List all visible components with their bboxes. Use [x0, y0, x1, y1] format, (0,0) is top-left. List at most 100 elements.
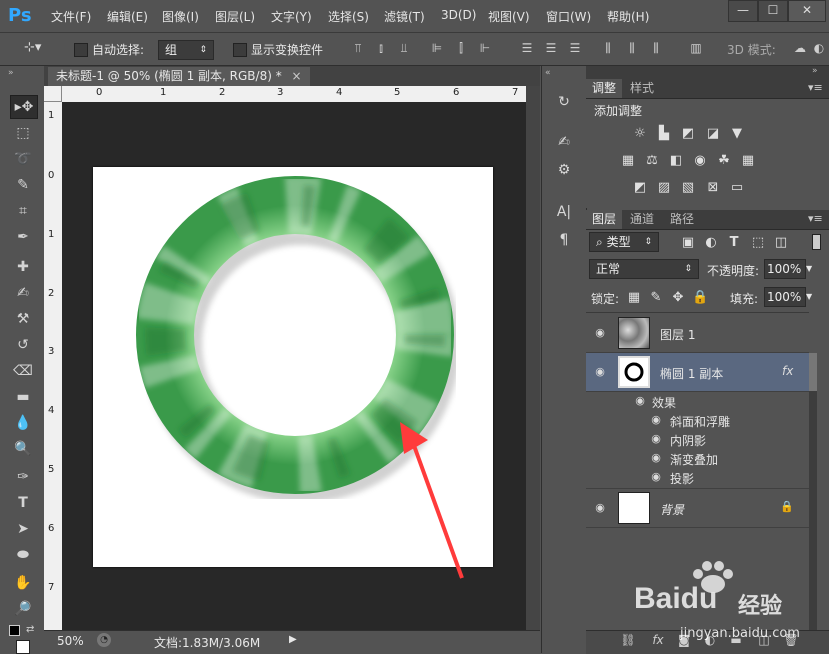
menu-filter[interactable]: 滤镜(T): [384, 8, 425, 25]
threshold-icon[interactable]: ▧: [680, 181, 696, 195]
visibility-eye-icon[interactable]: ◉: [648, 470, 664, 484]
align-vcenter-icon[interactable]: ⫾: [374, 40, 388, 56]
history-panel-icon[interactable]: ↻: [555, 92, 573, 112]
tool-presets-panel-icon[interactable]: ⚙: [555, 160, 573, 180]
layer-fx-icon[interactable]: fx: [782, 364, 793, 378]
hue-saturation-icon[interactable]: ▦: [620, 154, 636, 168]
distribute-left-icon[interactable]: ⫼: [601, 40, 615, 56]
visibility-eye-icon[interactable]: ◉: [592, 326, 608, 340]
opacity-input[interactable]: 100%: [764, 259, 806, 279]
canvas-vertical-scrollbar[interactable]: [526, 86, 540, 630]
menu-view[interactable]: 视图(V): [488, 8, 530, 25]
type-tool-icon[interactable]: T: [10, 492, 36, 514]
layer-row-selected[interactable]: ◉ 椭圆 1 副本 fx: [586, 353, 809, 392]
tab-styles[interactable]: 样式: [624, 79, 660, 98]
distribute-hcenter-icon[interactable]: ⫼: [625, 40, 639, 56]
horizontal-ruler[interactable]: 0 1 2 3 4 5 6 7: [62, 86, 526, 102]
hand-tool-icon[interactable]: ✋: [10, 572, 36, 594]
distribute-bottom-icon[interactable]: ☰: [568, 40, 582, 56]
swap-colors-icon[interactable]: ⇄: [26, 624, 34, 635]
effect-item[interactable]: ◉ 内阴影: [586, 430, 796, 449]
menu-window[interactable]: 窗口(W): [546, 8, 591, 25]
distribute-vcenter-icon[interactable]: ☰: [544, 40, 558, 56]
exposure-icon[interactable]: ◪: [705, 127, 721, 141]
visibility-eye-icon[interactable]: ◉: [592, 365, 608, 379]
menu-help[interactable]: 帮助(H): [607, 8, 649, 25]
auto-select-checkbox[interactable]: [74, 43, 88, 57]
distribute-top-icon[interactable]: ☰: [520, 40, 534, 56]
black-white-icon[interactable]: ◧: [668, 154, 684, 168]
eyedropper-tool-icon[interactable]: ✒: [10, 226, 36, 248]
lock-transparent-icon[interactable]: ▦: [626, 291, 642, 305]
color-balance-icon[interactable]: ⚖: [644, 154, 660, 168]
filter-adjustment-icon[interactable]: ◐: [703, 236, 719, 250]
document-tab[interactable]: 未标题-1 @ 50% (椭圆 1 副本, RGB/8) * ×: [48, 67, 310, 86]
align-top-icon[interactable]: ⫪: [351, 40, 365, 56]
align-bottom-icon[interactable]: ⫫: [397, 40, 411, 56]
effects-group[interactable]: ◉ 效果: [586, 392, 796, 411]
gradient-map-icon[interactable]: ▭: [729, 181, 745, 195]
foreground-color-swatch[interactable]: [9, 625, 20, 636]
visibility-eye-icon[interactable]: ◉: [648, 413, 664, 427]
visibility-eye-icon[interactable]: ◉: [632, 394, 648, 408]
menu-edit[interactable]: 编辑(E): [107, 8, 148, 25]
channel-mixer-icon[interactable]: ☘: [716, 154, 732, 168]
move-tool-preset-icon[interactable]: ⊹▾: [24, 40, 41, 55]
move-tool-icon[interactable]: ▸✥: [10, 95, 38, 119]
effect-item[interactable]: ◉ 投影: [586, 468, 796, 487]
selective-color-icon[interactable]: ⊠: [705, 181, 721, 195]
tab-layers[interactable]: 图层: [586, 210, 623, 229]
posterize-icon[interactable]: ▨: [656, 181, 672, 195]
vibrance-icon[interactable]: ▼: [729, 127, 745, 141]
brightness-icon[interactable]: ☼: [632, 127, 648, 141]
lasso-tool-icon[interactable]: ➰: [10, 148, 36, 170]
brush-tool-icon[interactable]: ✍: [10, 282, 36, 304]
3d-rotate-icon[interactable]: ☁: [790, 40, 810, 56]
layer-row[interactable]: ◉ 图层 1: [586, 314, 809, 353]
vertical-ruler[interactable]: 1 0 1 2 3 4 5 6 7: [44, 102, 62, 630]
collapse-panels-icon[interactable]: »: [812, 66, 818, 76]
menu-type[interactable]: 文字(Y): [271, 8, 312, 25]
expand-dock-icon[interactable]: «: [545, 68, 551, 78]
close-tab-icon[interactable]: ×: [292, 69, 302, 83]
maximize-button[interactable]: ☐: [758, 0, 788, 22]
stamp-tool-icon[interactable]: ⚒: [10, 308, 36, 330]
curves-icon[interactable]: ◩: [680, 127, 696, 141]
invert-icon[interactable]: ◩: [632, 181, 648, 195]
background-color-swatch[interactable]: [16, 640, 30, 654]
ellipse-tool-icon[interactable]: ⬬: [10, 544, 36, 566]
paragraph-panel-icon[interactable]: ¶: [555, 230, 573, 250]
layers-scrollbar-thumb[interactable]: [809, 353, 817, 391]
menu-file[interactable]: 文件(F): [51, 8, 91, 25]
photo-filter-icon[interactable]: ◉: [692, 154, 708, 168]
zoom-level[interactable]: 50%: [57, 634, 84, 648]
zoom-tool-icon[interactable]: 🔎: [10, 598, 36, 620]
ruler-origin[interactable]: [44, 86, 62, 102]
show-transform-checkbox[interactable]: [233, 43, 247, 57]
crop-tool-icon[interactable]: ⌗: [10, 200, 36, 222]
align-left-icon[interactable]: ⊫: [430, 40, 444, 56]
opacity-slider-arrow-icon[interactable]: ▼: [806, 264, 812, 273]
quick-select-tool-icon[interactable]: ✎: [10, 174, 36, 196]
levels-icon[interactable]: ▙: [656, 127, 672, 141]
layers-panel-menu-icon[interactable]: ▾≡: [808, 212, 823, 225]
panel-menu-icon[interactable]: ▾≡: [808, 81, 823, 94]
minimize-button[interactable]: —: [728, 0, 758, 22]
lock-position-icon[interactable]: ✥: [670, 291, 686, 305]
align-right-icon[interactable]: ⊩: [478, 40, 492, 56]
status-menu-arrow-icon[interactable]: ▶: [289, 634, 297, 645]
collapse-toolbox-icon[interactable]: »: [8, 68, 14, 78]
layer-row[interactable]: ◉ 背景 🔒: [586, 488, 809, 528]
filter-toggle-switch[interactable]: [812, 234, 821, 250]
effect-item[interactable]: ◉ 斜面和浮雕: [586, 411, 796, 430]
close-window-button[interactable]: ✕: [788, 0, 826, 22]
auto-select-dropdown[interactable]: 组 ⇕: [158, 40, 214, 60]
path-select-tool-icon[interactable]: ➤: [10, 518, 36, 540]
filter-smart-object-icon[interactable]: ◫: [773, 236, 789, 250]
eraser-tool-icon[interactable]: ⌫: [10, 360, 36, 382]
tab-paths[interactable]: 路径: [664, 210, 700, 229]
lock-all-icon[interactable]: 🔒: [692, 291, 708, 305]
filter-shape-icon[interactable]: ⬚: [750, 236, 766, 250]
dodge-tool-icon[interactable]: 🔍: [10, 438, 36, 460]
distribute-right-icon[interactable]: ⫼: [649, 40, 663, 56]
